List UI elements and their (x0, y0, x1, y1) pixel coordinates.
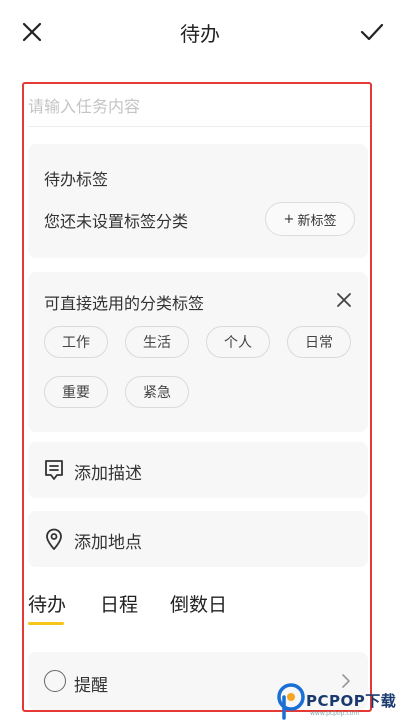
tag-chip-life[interactable]: 生活 (125, 326, 189, 358)
pcpop-watermark: PCPOP下载 www.pcpop.com (276, 682, 400, 720)
tab-schedule[interactable]: 日程 (100, 590, 138, 617)
watermark-brand: PCPOP下载 (306, 692, 397, 710)
page-title: 待办 (180, 22, 220, 46)
reminder-radio[interactable] (44, 670, 66, 692)
add-description-label: 添加描述 (74, 464, 142, 484)
tag-chip-daily[interactable]: 日常 (287, 326, 351, 358)
dismiss-presets-icon[interactable] (334, 290, 354, 310)
new-tag-button[interactable]: + 新标签 (265, 202, 355, 236)
tag-chip-work[interactable]: 工作 (44, 326, 108, 358)
reminder-label: 提醒 (74, 676, 108, 696)
new-tag-label: 新标签 (297, 213, 337, 229)
tag-chip-personal[interactable]: 个人 (206, 326, 270, 358)
tag-chip-urgent[interactable]: 紧急 (125, 376, 189, 408)
note-icon (45, 460, 63, 480)
pcpop-logo-icon (277, 683, 305, 720)
add-location-label: 添加地点 (74, 533, 142, 553)
input-divider (28, 126, 370, 127)
add-description-row[interactable]: 添加描述 (28, 442, 368, 498)
no-tags-hint: 您还未设置标签分类 (44, 212, 189, 231)
todo-tags-heading: 待办标签 (44, 170, 109, 189)
todo-tags-card: 待办标签 您还未设置标签分类 + 新标签 (28, 144, 368, 258)
active-tab-indicator (28, 622, 64, 625)
location-pin-icon (46, 528, 62, 550)
tab-countdown[interactable]: 倒数日 (170, 590, 227, 617)
plus-icon: + (283, 211, 295, 227)
watermark-url: www.pcpop.com (310, 710, 360, 717)
tag-chip-important[interactable]: 重要 (44, 376, 108, 408)
check-icon[interactable] (358, 18, 386, 46)
top-bar: 待办 (0, 0, 400, 64)
task-content-input[interactable] (28, 86, 370, 126)
tab-todo[interactable]: 待办 (28, 590, 66, 617)
add-location-row[interactable]: 添加地点 (28, 511, 368, 567)
preset-tags-card: 可直接选用的分类标签 工作 生活 个人 日常 重要 紧急 (28, 272, 368, 432)
preset-tags-heading: 可直接选用的分类标签 (44, 294, 205, 313)
